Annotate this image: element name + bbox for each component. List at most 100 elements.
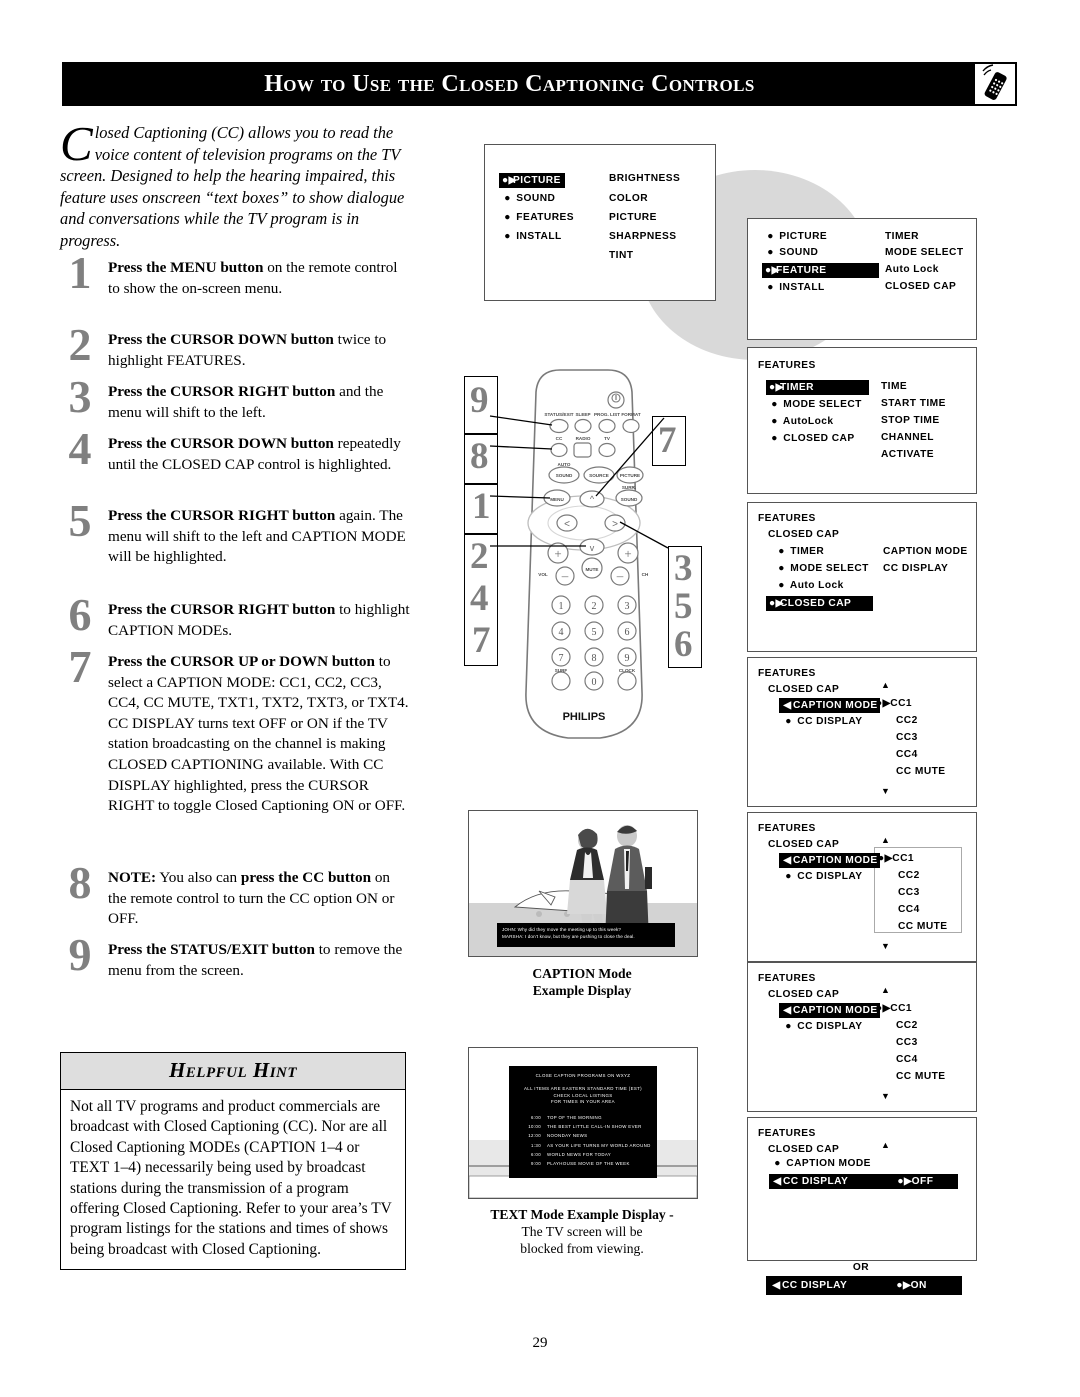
osd-item-install[interactable]: ● INSTALL: [502, 231, 562, 242]
osd-sub-brightness: BRIGHTNESS: [609, 173, 681, 184]
osd-menu-title: FEATURES: [758, 668, 816, 679]
step-3: 3 Press the CURSOR RIGHT button and the …: [60, 374, 412, 424]
svg-text:2: 2: [592, 601, 597, 612]
svg-text:SOURCE: SOURCE: [589, 473, 609, 478]
svg-text:SLEEP: SLEEP: [575, 412, 590, 417]
step-bold: Press the MENU button: [108, 259, 264, 276]
step-number: 9: [68, 929, 92, 980]
osd-option-cc1-selected[interactable]: ●▶ CC1: [876, 1003, 912, 1014]
bullet-icon: ●: [785, 871, 792, 882]
osd-option-cc3[interactable]: CC3: [898, 887, 920, 898]
caption-label-line1: CAPTION Mode: [532, 966, 632, 981]
osd-item-install[interactable]: ● INSTALL: [765, 282, 825, 293]
osd-item-caption-mode-highlighted[interactable]: ◀CAPTION MODE: [779, 853, 880, 868]
osd-option-cc4[interactable]: CC4: [896, 1054, 918, 1065]
scroll-up-icon: ▲: [881, 835, 891, 845]
steps-list: 1 Press the MENU button on the remote co…: [60, 250, 412, 992]
osd-label: CC1: [890, 1003, 913, 1014]
osd-item-cc-display[interactable]: ● CC DISPLAY: [783, 871, 863, 882]
osd-item-caption-mode-highlighted[interactable]: ◀CAPTION MODE: [779, 698, 880, 713]
osd-item-autolock[interactable]: ● AutoLock: [769, 416, 833, 427]
osd-caption-mode-menu-a: FEATURES CLOSED CAP ▲ ◀CAPTION MODE ● CC…: [747, 657, 977, 807]
svg-text:<: <: [564, 519, 570, 530]
osd-sub-color: COLOR: [609, 193, 649, 204]
osd-option-cc-mute[interactable]: CC MUTE: [898, 921, 948, 932]
osd-label: CLOSED CAP: [780, 597, 852, 609]
svg-text:CC: CC: [556, 436, 563, 441]
svg-text:8: 8: [592, 653, 597, 664]
osd-cc-display-on-bar[interactable]: ◀CC DISPLAY ●▶ ON: [766, 1276, 962, 1295]
osd-item-mode-select[interactable]: ● MODE SELECT: [776, 563, 869, 574]
svg-text:MUTE: MUTE: [585, 567, 598, 572]
osd-option-cc4[interactable]: CC4: [896, 749, 918, 760]
osd-menu-title: FEATURES: [758, 513, 816, 524]
osd-option-cc2[interactable]: CC2: [898, 870, 920, 881]
osd-label: PICTURE: [779, 231, 828, 242]
scroll-down-icon: ▼: [881, 786, 891, 796]
svg-text:9: 9: [625, 653, 630, 664]
callout-number-3: 3: [674, 548, 693, 589]
cursor-indicator-icon: ●▶: [896, 1280, 912, 1291]
step-1: 1 Press the MENU button on the remote co…: [60, 250, 412, 320]
osd-item-cc-display-highlighted[interactable]: ◀CC DISPLAY ●▶ OFF: [769, 1174, 958, 1189]
listing-time: 6:00: [531, 1152, 541, 1158]
osd-label: PICTURE: [513, 174, 561, 186]
step-5: 5 Press the CURSOR RIGHT button again. T…: [60, 498, 412, 590]
osd-sub-auto-lock: Auto Lock: [885, 264, 939, 275]
callout-number-8: 8: [470, 436, 489, 477]
osd-item-picture[interactable]: ● PICTURE: [765, 231, 827, 242]
osd-caption-mode-menu-c: FEATURES CLOSED CAP ▲ ◀CAPTION MODE ● CC…: [747, 962, 977, 1112]
cursor-indicator-icon: ●▶: [765, 264, 780, 276]
callout-number-2: 2: [470, 536, 489, 577]
osd-value: ON: [910, 1280, 927, 1291]
osd-label: Auto Lock: [789, 580, 844, 591]
text-note-line1: ALL ITEMS ARE EASTERN STANDARD TIME (EST…: [524, 1086, 642, 1091]
osd-option-cc1-selected[interactable]: ●▶ CC1: [878, 853, 914, 864]
step-8-note: 8 NOTE: You also can press the CC button…: [60, 860, 412, 930]
osd-main-menu: ●▶PICTURE ● SOUND ● FEATURES ● INSTALL B…: [484, 144, 716, 301]
svg-text:v: v: [590, 543, 595, 553]
or-label: OR: [852, 1262, 870, 1273]
osd-item-cc-display[interactable]: ● CC DISPLAY: [783, 1021, 863, 1032]
osd-option-cc-mute[interactable]: CC MUTE: [896, 766, 946, 777]
osd-item-feature-highlighted[interactable]: ●▶FEATURE: [762, 263, 879, 278]
osd-option-cc-mute[interactable]: CC MUTE: [896, 1071, 946, 1082]
osd-option-cc2[interactable]: CC2: [896, 715, 918, 726]
osd-item-closed-cap[interactable]: ● CLOSED CAP: [769, 433, 855, 444]
osd-item-cc-display[interactable]: ● CC DISPLAY: [783, 716, 863, 727]
osd-label: CC1: [890, 698, 913, 709]
osd-item-timer-highlighted[interactable]: ●▶TIMER: [766, 380, 869, 395]
osd-item-caption-mode[interactable]: ● CAPTION MODE: [772, 1158, 871, 1169]
bullet-icon: ●: [771, 399, 778, 410]
osd-item-auto-lock[interactable]: ● Auto Lock: [776, 580, 844, 591]
osd-sub-picture: PICTURE: [609, 212, 657, 223]
osd-item-features[interactable]: ● FEATURES: [502, 212, 574, 223]
step-6: 6 Press the CURSOR RIGHT button to highl…: [60, 592, 412, 642]
osd-item-timer[interactable]: ● TIMER: [776, 546, 824, 557]
osd-option-cc4[interactable]: CC4: [898, 904, 920, 915]
svg-text:CH: CH: [642, 572, 649, 577]
osd-item-picture-highlighted[interactable]: ●▶PICTURE: [499, 173, 565, 188]
osd-features-timer-menu: FEATURES ●▶TIMER ● MODE SELECT ● AutoLoc…: [747, 347, 977, 494]
bullet-icon: ●: [778, 580, 785, 591]
osd-option-cc3[interactable]: CC3: [896, 732, 918, 743]
osd-item-sound[interactable]: ● SOUND: [765, 247, 818, 258]
osd-item-sound[interactable]: ● SOUND: [502, 193, 555, 204]
bullet-icon: ●: [774, 1158, 781, 1169]
osd-option-cc1-selected[interactable]: ●▶ CC1: [876, 698, 912, 709]
cursor-left-icon: ◀: [783, 854, 792, 866]
listing-row: 12:00 NOONDAY NEWS: [515, 1133, 657, 1138]
listing-time: 9:00: [531, 1161, 541, 1167]
step-number: 5: [68, 495, 92, 546]
intro-dropcap: C: [60, 116, 93, 171]
osd-option-cc2[interactable]: CC2: [896, 1020, 918, 1031]
osd-item-caption-mode-highlighted[interactable]: ◀CAPTION MODE: [779, 1003, 880, 1018]
osd-option-cc3[interactable]: CC3: [896, 1037, 918, 1048]
cursor-indicator-icon: ●▶: [876, 1003, 891, 1014]
osd-menu-subtitle: CLOSED CAP: [768, 989, 840, 1000]
osd-item-mode-select[interactable]: ● MODE SELECT: [769, 399, 862, 410]
osd-label: CLOSED CAP: [783, 433, 855, 444]
step-bold: NOTE:: [108, 869, 157, 886]
step-bold: Press the CURSOR RIGHT button: [108, 601, 336, 618]
osd-item-closed-cap-highlighted[interactable]: ●▶CLOSED CAP: [766, 596, 873, 611]
